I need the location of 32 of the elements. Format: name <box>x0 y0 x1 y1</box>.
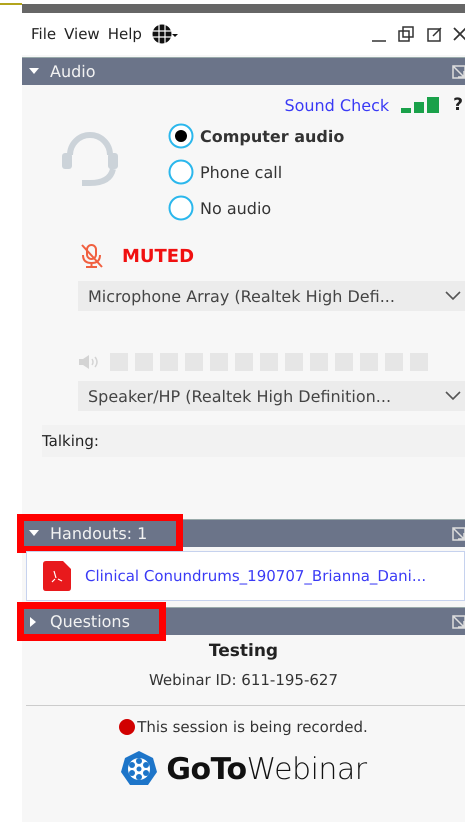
sound-check-link[interactable]: Sound Check <box>284 96 390 114</box>
audio-option-radio[interactable]: Computer audio <box>168 123 344 149</box>
restore-icon[interactable] <box>397 25 415 43</box>
webinar-title: Testing <box>208 641 278 661</box>
section-title: Audio <box>50 62 96 81</box>
handout-link[interactable]: Clinical Conundrums_190707_Brianna_Dani... <box>85 567 426 585</box>
muted-microphone-icon[interactable] <box>80 243 104 269</box>
section-header[interactable]: Audio <box>22 57 465 85</box>
section-title: Questions <box>50 612 130 631</box>
close-icon[interactable] <box>453 26 465 42</box>
audio-option-radio[interactable]: Phone call <box>168 159 344 185</box>
handout-row[interactable]: Clinical Conundrums_190707_Brianna_Dani... <box>26 551 465 601</box>
webinar-id: Webinar ID: 611-195-627 <box>148 671 338 689</box>
speaker-dropdown[interactable]: Speaker/HP (Realtek High Definition... <box>78 381 465 411</box>
talking-label: Talking: <box>42 432 99 450</box>
recording-icon <box>119 719 136 735</box>
section-title: Handouts: 1 <box>50 524 148 543</box>
popout-icon[interactable] <box>427 26 443 42</box>
radio-icon[interactable] <box>168 195 194 221</box>
audio-option-radio[interactable]: No audio <box>168 195 344 221</box>
signal-bars-icon <box>401 97 442 113</box>
radio-icon[interactable] <box>168 159 194 185</box>
chevron-icon[interactable] <box>445 391 461 401</box>
chevron-icon[interactable] <box>445 291 461 301</box>
microphone-dropdown[interactable]: Microphone Array (Realtek High Defi... <box>78 281 465 311</box>
mic-status: MUTED <box>122 246 194 266</box>
gotowebinar-logo: GoToWebinar <box>120 750 367 788</box>
pdf-file-icon <box>43 561 71 591</box>
globe-icon[interactable] <box>150 23 179 45</box>
radio-icon[interactable] <box>168 123 194 149</box>
help-icon[interactable]: ? <box>453 95 463 115</box>
recording-notice: This session is being recorded. <box>137 718 368 736</box>
